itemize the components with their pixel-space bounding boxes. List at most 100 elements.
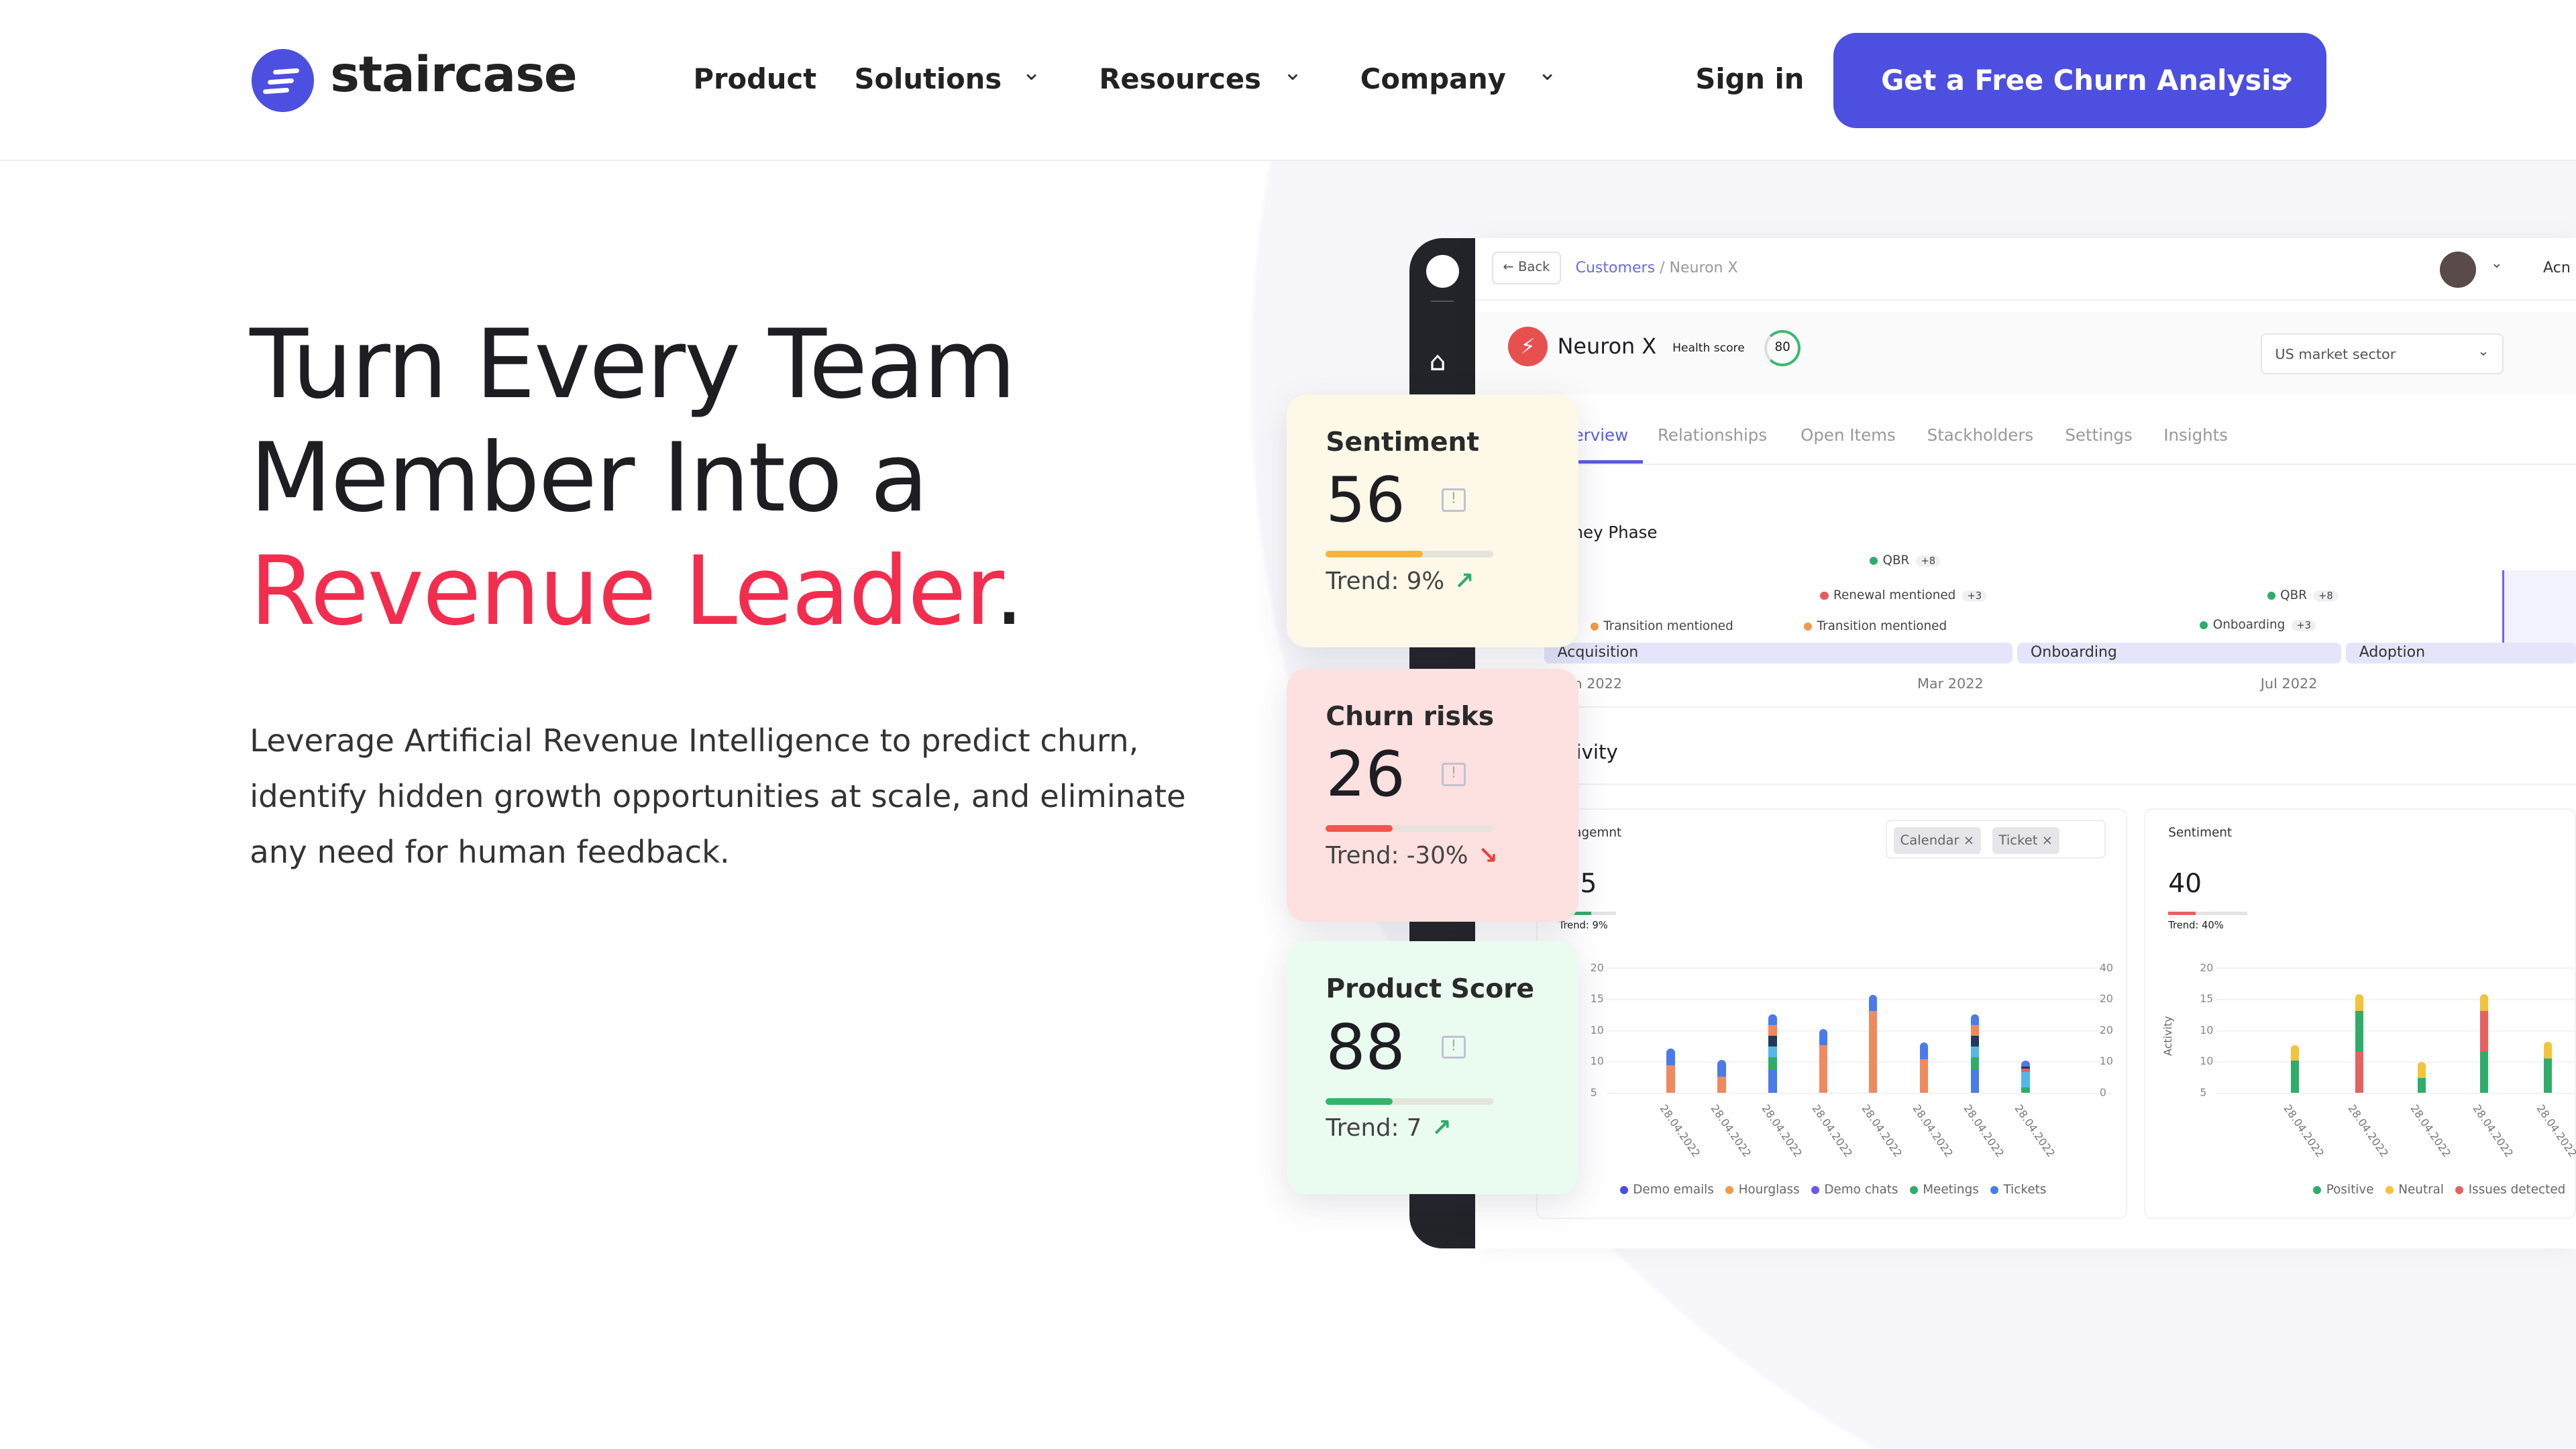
card-progress (1326, 551, 1494, 558)
legend-dot (2313, 1186, 2322, 1195)
card-progress (1326, 825, 1494, 833)
event-badge: +8 (2313, 590, 2339, 602)
legend-dot (1990, 1186, 1999, 1195)
bar-segment (2479, 1010, 2488, 1051)
brand-name[interactable]: staircase (330, 46, 578, 103)
tab-insights[interactable]: Insights (2163, 425, 2228, 445)
tab-stackholders[interactable]: Stackholders (1927, 425, 2034, 445)
tab-open-items[interactable]: Open Items (1801, 425, 1896, 445)
event-dot (1590, 623, 1599, 631)
legend-dot (1811, 1186, 1819, 1195)
info-icon[interactable]: ! (1441, 763, 1466, 786)
info-icon[interactable]: ! (1441, 1035, 1466, 1059)
nav-company[interactable]: Company (1360, 62, 1506, 95)
free-churn-analysis-button[interactable]: Get a Free Churn Analysis › (1833, 32, 2326, 128)
legend-label: Hourglass (1738, 1183, 1800, 1197)
event-dot (2200, 621, 2208, 629)
bar-segment (1919, 1042, 1928, 1059)
event-dot (2267, 591, 2275, 600)
legend-dot (2385, 1186, 2394, 1195)
bar-segment (2479, 994, 2488, 1011)
card-progress-fill (1326, 825, 1393, 833)
bar-segment (1868, 995, 1877, 1011)
top-nav: staircase Product Solutions ⌄ Resources … (0, 0, 2576, 161)
legend-label: Issues detected (2468, 1183, 2566, 1197)
bar-segment (2417, 1061, 2426, 1079)
y-tick-label: 15 (2200, 992, 2214, 1006)
gridline (1607, 1061, 2113, 1063)
card-trend-row: Trend: -30% ↘ (1326, 842, 1578, 869)
event-label: QBR (2280, 588, 2307, 602)
chevron-down-icon[interactable]: ⌄ (1538, 59, 1557, 86)
tab-relationships[interactable]: Relationships (1658, 425, 1767, 445)
gridline (1607, 1092, 2113, 1094)
info-icon[interactable]: ! (1441, 488, 1466, 512)
headline-highlight: Revenue Leader (250, 535, 996, 647)
tab-settings[interactable]: Settings (2065, 425, 2132, 445)
event-dot (1869, 557, 1878, 566)
gridline (2216, 1030, 2576, 1032)
chevron-down-icon[interactable]: ⌄ (2491, 255, 2503, 272)
filter-chip-calendar[interactable]: Calendar × (1893, 827, 1981, 854)
card-value-row: 26! (1326, 738, 1578, 810)
legend-item: Demo emails (1619, 1183, 1714, 1197)
event-badge: +3 (1962, 590, 1987, 602)
legend-item: Tickets (1990, 1183, 2046, 1197)
legend-label: Neutral (2398, 1183, 2445, 1197)
card-trend: Trend: 7 (1326, 1114, 1422, 1142)
headline-line-3: Revenue Leader. (250, 534, 1024, 649)
bar-segment (1768, 1025, 1777, 1036)
metric-card-churn-risks: Churn risks 26! Trend: -30% ↘ (1286, 668, 1579, 922)
bar-segment (2021, 1061, 2030, 1067)
date-label: Jul 2022 (2260, 675, 2318, 692)
staircase-logo-icon[interactable] (251, 49, 314, 112)
event-badge: +3 (2292, 619, 2316, 631)
home-icon[interactable]: ⌂ (1430, 347, 1446, 377)
phase-acquisition: Acquisition (1544, 642, 2012, 664)
y-tick-label: 20 (1590, 961, 1604, 974)
nav-resources[interactable]: Resources (1099, 62, 1261, 95)
timeline-event: Onboarding +3 (2200, 618, 2316, 632)
y-tick-label-right: 20 (2099, 1023, 2114, 1036)
y-tick-label: 5 (2200, 1085, 2207, 1099)
y-tick-label: 10 (2200, 1023, 2214, 1036)
avatar[interactable] (2439, 251, 2476, 288)
bar (2291, 1044, 2300, 1093)
gridline (2216, 967, 2576, 969)
nav-product[interactable]: Product (693, 62, 816, 95)
filter-chip-ticket[interactable]: Ticket × (1992, 827, 2059, 854)
y-tick-label-right: 10 (2099, 1055, 2114, 1068)
event-label: Onboarding (2212, 617, 2286, 632)
sentiment-trend: Trend: 40% (2168, 919, 2224, 931)
bar-segment (1970, 1014, 1979, 1026)
chevron-right-icon: › (2281, 60, 2294, 95)
headline-line-1: Turn Every Team (250, 309, 1016, 420)
event-label: QBR (1882, 553, 1910, 568)
bar-segment (1768, 1070, 1777, 1093)
chevron-down-icon[interactable]: ⌄ (1283, 59, 1303, 86)
chevron-down-icon[interactable]: ⌄ (1022, 59, 1041, 86)
sign-in-link[interactable]: Sign in (1695, 62, 1804, 95)
gridline (2216, 1092, 2576, 1094)
nav-solutions[interactable]: Solutions (854, 62, 1002, 95)
sector-dropdown[interactable]: US market sector ⌄ (2260, 333, 2504, 375)
filter-box[interactable]: Calendar × Ticket × (1885, 819, 2106, 859)
bar (1919, 1042, 1928, 1093)
breadcrumb-current: Neuron X (1669, 259, 1738, 276)
bar (2417, 1061, 2426, 1093)
bar-segment (2021, 1071, 2030, 1088)
legend-dot (1909, 1186, 1918, 1195)
event-label: Transition mentioned (1817, 619, 1947, 634)
y-tick-label-right: 40 (2099, 961, 2114, 974)
bar-segment (1768, 1057, 1777, 1071)
bar (2021, 1061, 2030, 1093)
breadcrumb-customers[interactable]: Customers (1576, 260, 1656, 276)
y-tick-label: 10 (1590, 1023, 1604, 1036)
app-logo-icon (1426, 254, 1459, 288)
bar-segment (2355, 1051, 2363, 1093)
back-button[interactable]: ← Back (1491, 251, 1562, 284)
y-tick-label: 10 (2200, 1055, 2214, 1068)
bar-segment (1970, 1070, 1979, 1093)
dashboard-panel: ← Back Customers / Neuron X ⌄ Acn ⚡ Neur… (1475, 238, 2576, 1249)
timeline-event: Transition mentioned (1590, 619, 1733, 633)
